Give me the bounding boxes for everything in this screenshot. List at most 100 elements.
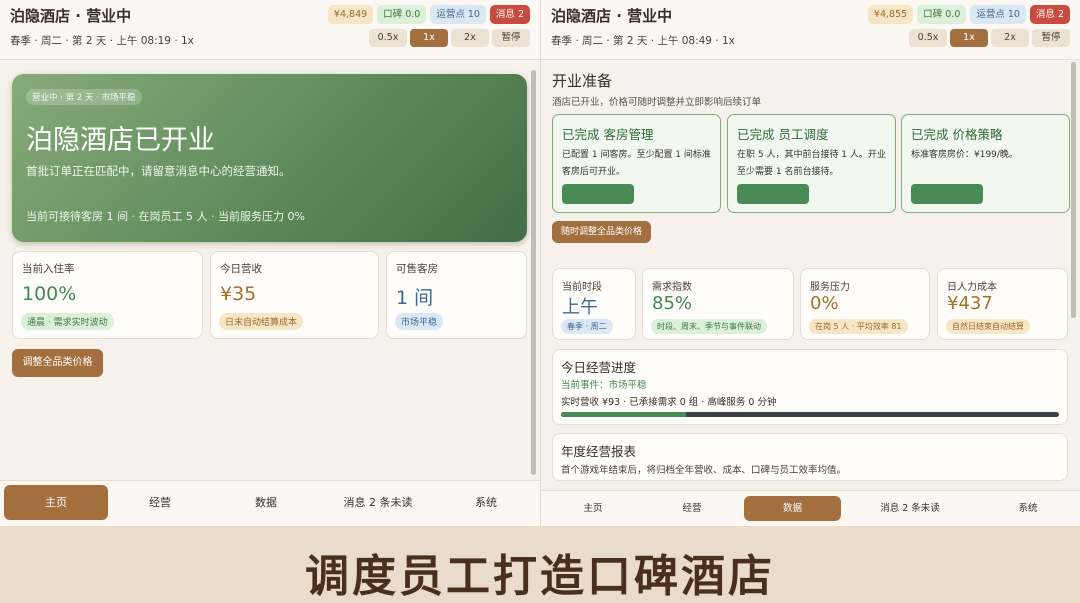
speed-controls: 0.5x 1x 2x 暂停 bbox=[909, 29, 1070, 47]
daily-progress-card: 今日经营进度 当前事件：市场平稳 实时营收 ¥93 · 已承接需求 0 组 · … bbox=[552, 349, 1068, 425]
metric-value: ¥437 bbox=[947, 293, 993, 314]
game-clock: 春季 · 周二 · 第 2 天 · 上午 08:49 · 1x bbox=[551, 35, 735, 47]
revenue-card: 今日营收 ¥35 日末自动结算成本 bbox=[210, 251, 379, 339]
metric-tag: 时段、周末、季节与事件联动 bbox=[651, 319, 767, 334]
report-title: 年度经营报表 bbox=[561, 444, 637, 459]
reputation-chip: 口碑 0.0 bbox=[377, 5, 427, 24]
bottom-nav: 主页 经营 数据 消息 2 条未读 系统 bbox=[0, 480, 540, 526]
labor-cost-card: 日人力成本 ¥437 自然日结束自动结算 bbox=[937, 268, 1068, 340]
stat-value: ¥35 bbox=[220, 283, 257, 305]
hotel-title: 泊隐酒店 · 营业中 bbox=[551, 7, 673, 25]
top-bar: 泊隐酒店 · 营业中 春季 · 周二 · 第 2 天 · 上午 08:49 · … bbox=[541, 0, 1080, 60]
top-bar: 泊隐酒店 · 营业中 春季 · 周二 · 第 2 天 · 上午 08:19 · … bbox=[0, 0, 540, 60]
stat-tag: 通晨 · 需求实时波动 bbox=[21, 313, 114, 330]
stat-tag: 市场平稳 bbox=[395, 313, 444, 330]
metric-tag: 自然日结束自动结算 bbox=[946, 319, 1030, 334]
stat-label: 当前入住率 bbox=[22, 263, 75, 275]
speed-1x-button[interactable]: 1x bbox=[950, 29, 988, 47]
annual-report-card: 年度经营报表 首个游戏年结束后，将归档全年营收、成本、口碑与员工效率均值。 bbox=[552, 433, 1068, 481]
nav-messages[interactable]: 消息 2 条未读 bbox=[847, 496, 973, 521]
rooms-card: 可售客房 1 间 市场平稳 bbox=[386, 251, 527, 339]
hero-summary: 当前可接待客房 1 间 · 在岗员工 5 人 · 当前服务压力 0% bbox=[26, 210, 305, 223]
prep-card-desc: 标准客房房价：¥199/晚。 bbox=[911, 150, 1018, 160]
reputation-chip: 口碑 0.0 bbox=[917, 5, 967, 24]
speed-0-5x-button[interactable]: 0.5x bbox=[909, 29, 947, 47]
section-subtitle: 酒店已开业，价格可随时调整并立即影响后续订单 bbox=[552, 97, 762, 108]
stat-label: 可售客房 bbox=[396, 263, 438, 275]
prep-card-desc: 已配置 1 间客房。至少配置 1 间标准客房后可开业。 bbox=[562, 150, 711, 177]
current-event: 当前事件：市场平稳 bbox=[561, 380, 647, 391]
speed-controls: 0.5x 1x 2x 暂停 bbox=[369, 29, 530, 47]
metric-label: 日人力成本 bbox=[947, 282, 997, 293]
rooms-managed-button[interactable]: 客房已管理 bbox=[562, 184, 634, 204]
money-chip: ¥4,849 bbox=[327, 5, 374, 24]
prep-card-title: 已完成 价格策略 bbox=[911, 127, 1003, 142]
nav-home[interactable]: 主页 bbox=[545, 496, 641, 521]
hotel-title: 泊隐酒店 · 营业中 bbox=[10, 7, 132, 25]
metric-label: 需求指数 bbox=[652, 282, 692, 293]
speed-2x-button[interactable]: 2x bbox=[991, 29, 1029, 47]
ops-points-chip: 运营点 10 bbox=[970, 5, 1026, 24]
metric-value: 0% bbox=[810, 293, 839, 314]
nav-system[interactable]: 系统 bbox=[979, 496, 1077, 521]
progress-title: 今日经营进度 bbox=[561, 360, 637, 375]
stat-tag: 日末自动结算成本 bbox=[219, 313, 304, 330]
resource-chips: ¥4,855 口碑 0.0 运营点 10 消息 2 bbox=[867, 5, 1070, 24]
money-chip: ¥4,855 bbox=[867, 5, 914, 24]
adjust-prices-button[interactable]: 调整全品类价格 bbox=[12, 349, 103, 377]
messages-chip[interactable]: 消息 2 bbox=[489, 5, 530, 24]
nav-messages[interactable]: 消息 2 条未读 bbox=[322, 485, 434, 520]
staff-schedule-button[interactable]: 调度需要员工 bbox=[737, 184, 809, 204]
pricing-done-button[interactable]: 定价已完成 bbox=[911, 184, 983, 204]
data-screen: 泊隐酒店 · 营业中 春季 · 周二 · 第 2 天 · 上午 08:49 · … bbox=[540, 0, 1080, 526]
report-desc: 首个游戏年结束后，将归档全年营收、成本、口碑与员工效率均值。 bbox=[561, 465, 847, 476]
pause-button[interactable]: 暂停 bbox=[492, 29, 530, 47]
progress-bar-fill bbox=[561, 412, 686, 417]
prep-card-title: 已完成 员工调度 bbox=[737, 127, 829, 142]
occupancy-card: 当前入住率 100% 通晨 · 需求实时波动 bbox=[12, 251, 203, 339]
metric-tag: 在岗 5 人 · 平均效率 81 bbox=[809, 319, 908, 334]
progress-summary: 实时营收 ¥93 · 已承接需求 0 组 · 高峰服务 0 分钟 bbox=[561, 397, 777, 408]
time-slot-card: 当前时段 上午 春季 · 周二 bbox=[552, 268, 636, 340]
opening-hero-card: 营业中 · 第 2 天 · 市场平稳 泊隐酒店已开业 首批订单正在匹配中，请留意… bbox=[12, 74, 527, 242]
hero-title: 泊隐酒店已开业 bbox=[26, 125, 215, 156]
pricing-strategy-card: 已完成 价格策略 标准客房房价：¥199/晚。 定价已完成 bbox=[901, 114, 1070, 213]
game-clock: 春季 · 周二 · 第 2 天 · 上午 08:19 · 1x bbox=[10, 35, 194, 47]
demand-index-card: 需求指数 85% 时段、周末、季节与事件联动 bbox=[642, 268, 794, 340]
staff-scheduling-card: 已完成 员工调度 在职 5 人，其中前台接待 1 人。开业至少需要 1 名前台接… bbox=[727, 114, 896, 213]
metric-tag: 春季 · 周二 bbox=[561, 319, 613, 334]
prep-card-title: 已完成 客房管理 bbox=[562, 127, 654, 142]
nav-operations[interactable]: 经营 bbox=[110, 485, 210, 520]
messages-chip[interactable]: 消息 2 bbox=[1029, 5, 1070, 24]
pause-button[interactable]: 暂停 bbox=[1032, 29, 1070, 47]
speed-0-5x-button[interactable]: 0.5x bbox=[369, 29, 407, 47]
ops-points-chip: 运营点 10 bbox=[430, 5, 486, 24]
stat-value: 1 间 bbox=[396, 287, 434, 309]
stat-value: 100% bbox=[22, 283, 77, 305]
stat-label: 今日营收 bbox=[220, 263, 262, 275]
hero-status-pill: 营业中 · 第 2 天 · 市场平稳 bbox=[26, 89, 142, 105]
nav-operations[interactable]: 经营 bbox=[644, 496, 740, 521]
progress-bar bbox=[561, 412, 1059, 417]
scrollbar[interactable] bbox=[531, 70, 536, 475]
adjust-all-prices-button[interactable]: 随时调整全品类价格 bbox=[552, 221, 651, 243]
nav-data[interactable]: 数据 bbox=[744, 496, 841, 521]
metric-value: 上午 bbox=[562, 297, 598, 318]
prep-card-desc: 在职 5 人，其中前台接待 1 人。开业至少需要 1 名前台接待。 bbox=[737, 150, 886, 177]
nav-home[interactable]: 主页 bbox=[4, 485, 108, 520]
room-management-card: 已完成 客房管理 已配置 1 间客房。至少配置 1 间标准客房后可开业。 客房已… bbox=[552, 114, 721, 213]
metric-label: 服务压力 bbox=[810, 282, 850, 293]
bottom-nav: 主页 经营 数据 消息 2 条未读 系统 bbox=[541, 490, 1080, 526]
speed-2x-button[interactable]: 2x bbox=[451, 29, 489, 47]
hero-subtitle: 首批订单正在匹配中，请留意消息中心的经营通知。 bbox=[26, 164, 291, 178]
section-title: 开业准备 bbox=[552, 72, 613, 90]
nav-data[interactable]: 数据 bbox=[216, 485, 316, 520]
speed-1x-button[interactable]: 1x bbox=[410, 29, 448, 47]
promo-caption: 调度员工打造口碑酒店 bbox=[305, 551, 775, 602]
service-pressure-card: 服务压力 0% 在岗 5 人 · 平均效率 81 bbox=[800, 268, 930, 340]
scrollbar[interactable] bbox=[1071, 62, 1076, 318]
home-screen: 泊隐酒店 · 营业中 春季 · 周二 · 第 2 天 · 上午 08:19 · … bbox=[0, 0, 540, 526]
metric-value: 85% bbox=[652, 293, 693, 314]
resource-chips: ¥4,849 口碑 0.0 运营点 10 消息 2 bbox=[327, 5, 530, 24]
nav-system[interactable]: 系统 bbox=[436, 485, 536, 520]
